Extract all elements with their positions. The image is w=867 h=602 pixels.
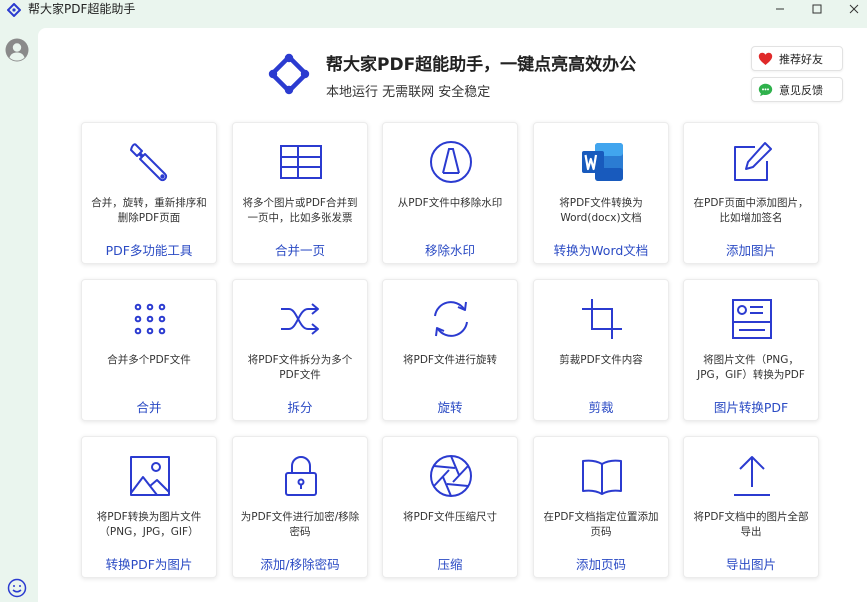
tool-description: 为PDF文件进行加密/移除密码 [240,511,360,538]
tool-card-compress[interactable]: 将PDF文件压缩尺寸 压缩 [382,436,518,578]
tool-name: 添加图片 [725,243,776,258]
tool-name: 转换PDF为图片 [105,557,193,572]
tool-card-page-numbers[interactable]: 在PDF文档指定位置添加页码 添加页码 [533,436,669,578]
tool-description: 将PDF转换为图片文件（PNG，JPG，GIF） [96,511,202,538]
heart-icon [758,52,773,65]
tool-description: 将图片文件（PNG，JPG，GIF）转换为PDF [697,354,805,381]
grid-table-icon [278,139,324,185]
word-icon [579,139,625,185]
tool-description: 合并，旋转，重新排序和删除PDF页面 [91,197,207,224]
tool-card-export-images[interactable]: 将PDF文档中的图片全部导出 导出图片 [683,436,819,578]
tool-description: 将PDF文档中的图片全部导出 [693,511,809,538]
dots-grid-icon [127,296,173,342]
edit-icon [729,139,775,185]
minimize-icon [776,8,784,10]
tool-description: 将多个图片或PDF合并到一页中，比如多张发票 [242,197,358,224]
tool-name: PDF多功能工具 [105,243,193,258]
maximize-button[interactable] [797,0,837,18]
tool-description: 在PDF页面中添加图片，比如增加签名 [693,197,809,224]
tool-card-split[interactable]: 将PDF文件拆分为多个PDF文件 拆分 [232,279,368,421]
tool-name: 合并一页 [274,243,325,258]
user-avatar-icon [5,38,29,62]
export-icon [729,453,775,499]
recommend-label: 推荐好友 [779,52,823,66]
recommend-friend-button[interactable]: 推荐好友 [751,46,843,71]
tool-card-merge-one-page[interactable]: 将多个图片或PDF合并到一页中，比如多张发票 合并一页 [232,122,368,264]
tool-card-add-image[interactable]: 在PDF页面中添加图片，比如增加签名 添加图片 [683,122,819,264]
tool-name: 图片转换PDF [713,400,789,415]
image-to-pdf-icon [729,296,775,342]
tool-description: 将PDF文件进行旋转 [403,354,497,366]
tool-name: 转换为Word文档 [553,243,649,258]
tool-name: 拆分 [287,400,313,415]
shuffle-icon [278,296,324,342]
tool-card-password[interactable]: 为PDF文件进行加密/移除密码 添加/移除密码 [232,436,368,578]
tool-name: 添加/移除密码 [260,557,340,572]
aperture-icon [428,453,474,499]
tool-name: 导出图片 [725,557,776,572]
lock-icon [278,453,324,499]
tool-description: 剪裁PDF文件内容 [559,354,643,366]
tool-description: 将PDF文件压缩尺寸 [403,511,497,523]
tool-card-to-word[interactable]: 将PDF文件转换为Word(docx)文档 转换为Word文档 [533,122,669,264]
tool-name: 添加页码 [575,557,626,572]
tool-card-image-to-pdf[interactable]: 将图片文件（PNG，JPG，GIF）转换为PDF 图片转换PDF [683,279,819,421]
smiley-icon [7,578,27,598]
tool-card-remove-watermark[interactable]: 从PDF文件中移除水印 移除水印 [382,122,518,264]
tool-description: 将PDF文件转换为Word(docx)文档 [559,197,643,224]
sidebar [0,18,38,602]
app-logo-icon [6,2,22,18]
minimize-button[interactable] [760,0,800,18]
tool-card-pdf-multitool[interactable]: 合并，旋转，重新排序和删除PDF页面 PDF多功能工具 [81,122,217,264]
tool-card-rotate[interactable]: 将PDF文件进行旋转 旋转 [382,279,518,421]
book-icon [579,453,625,499]
brand-logo-icon [267,52,311,96]
watermark-icon [428,139,474,185]
main-panel: 帮大家PDF超能助手，一键点亮高效办公 本地运行 无需联网 安全稳定 推荐好友 … [38,28,867,602]
feedback-link-button[interactable]: 意见反馈 [751,77,843,102]
tool-name: 旋转 [437,400,463,415]
close-button[interactable] [834,0,867,18]
chat-bubble-icon [758,83,773,96]
close-icon [849,4,859,14]
tool-card-pdf-to-image[interactable]: 将PDF转换为图片文件（PNG，JPG，GIF） 转换PDF为图片 [81,436,217,578]
tool-name: 移除水印 [424,243,475,258]
feedback-button[interactable] [7,578,27,598]
tool-name: 合并 [136,400,162,415]
tool-description: 合并多个PDF文件 [107,354,191,366]
page-title: 帮大家PDF超能助手，一键点亮高效办公 [326,55,637,75]
tool-description: 将PDF文件拆分为多个PDF文件 [247,354,353,381]
avatar[interactable] [5,38,29,62]
tool-description: 从PDF文件中移除水印 [397,197,503,209]
image-icon [127,453,173,499]
page-subtitle: 本地运行 无需联网 安全稳定 [326,85,491,100]
tool-name: 剪裁 [588,400,614,415]
wrench-icon [127,139,173,185]
app-title: 帮大家PDF超能助手 [28,2,136,16]
tool-description: 在PDF文档指定位置添加页码 [543,511,659,538]
rotate-icon [428,296,474,342]
tool-card-crop[interactable]: 剪裁PDF文件内容 剪裁 [533,279,669,421]
feedback-label: 意见反馈 [779,83,823,97]
tool-name: 压缩 [437,557,463,572]
title-bar: 帮大家PDF超能助手 [0,0,867,18]
tool-card-merge[interactable]: 合并多个PDF文件 合并 [81,279,217,421]
maximize-icon [812,4,822,14]
crop-icon [579,296,625,342]
